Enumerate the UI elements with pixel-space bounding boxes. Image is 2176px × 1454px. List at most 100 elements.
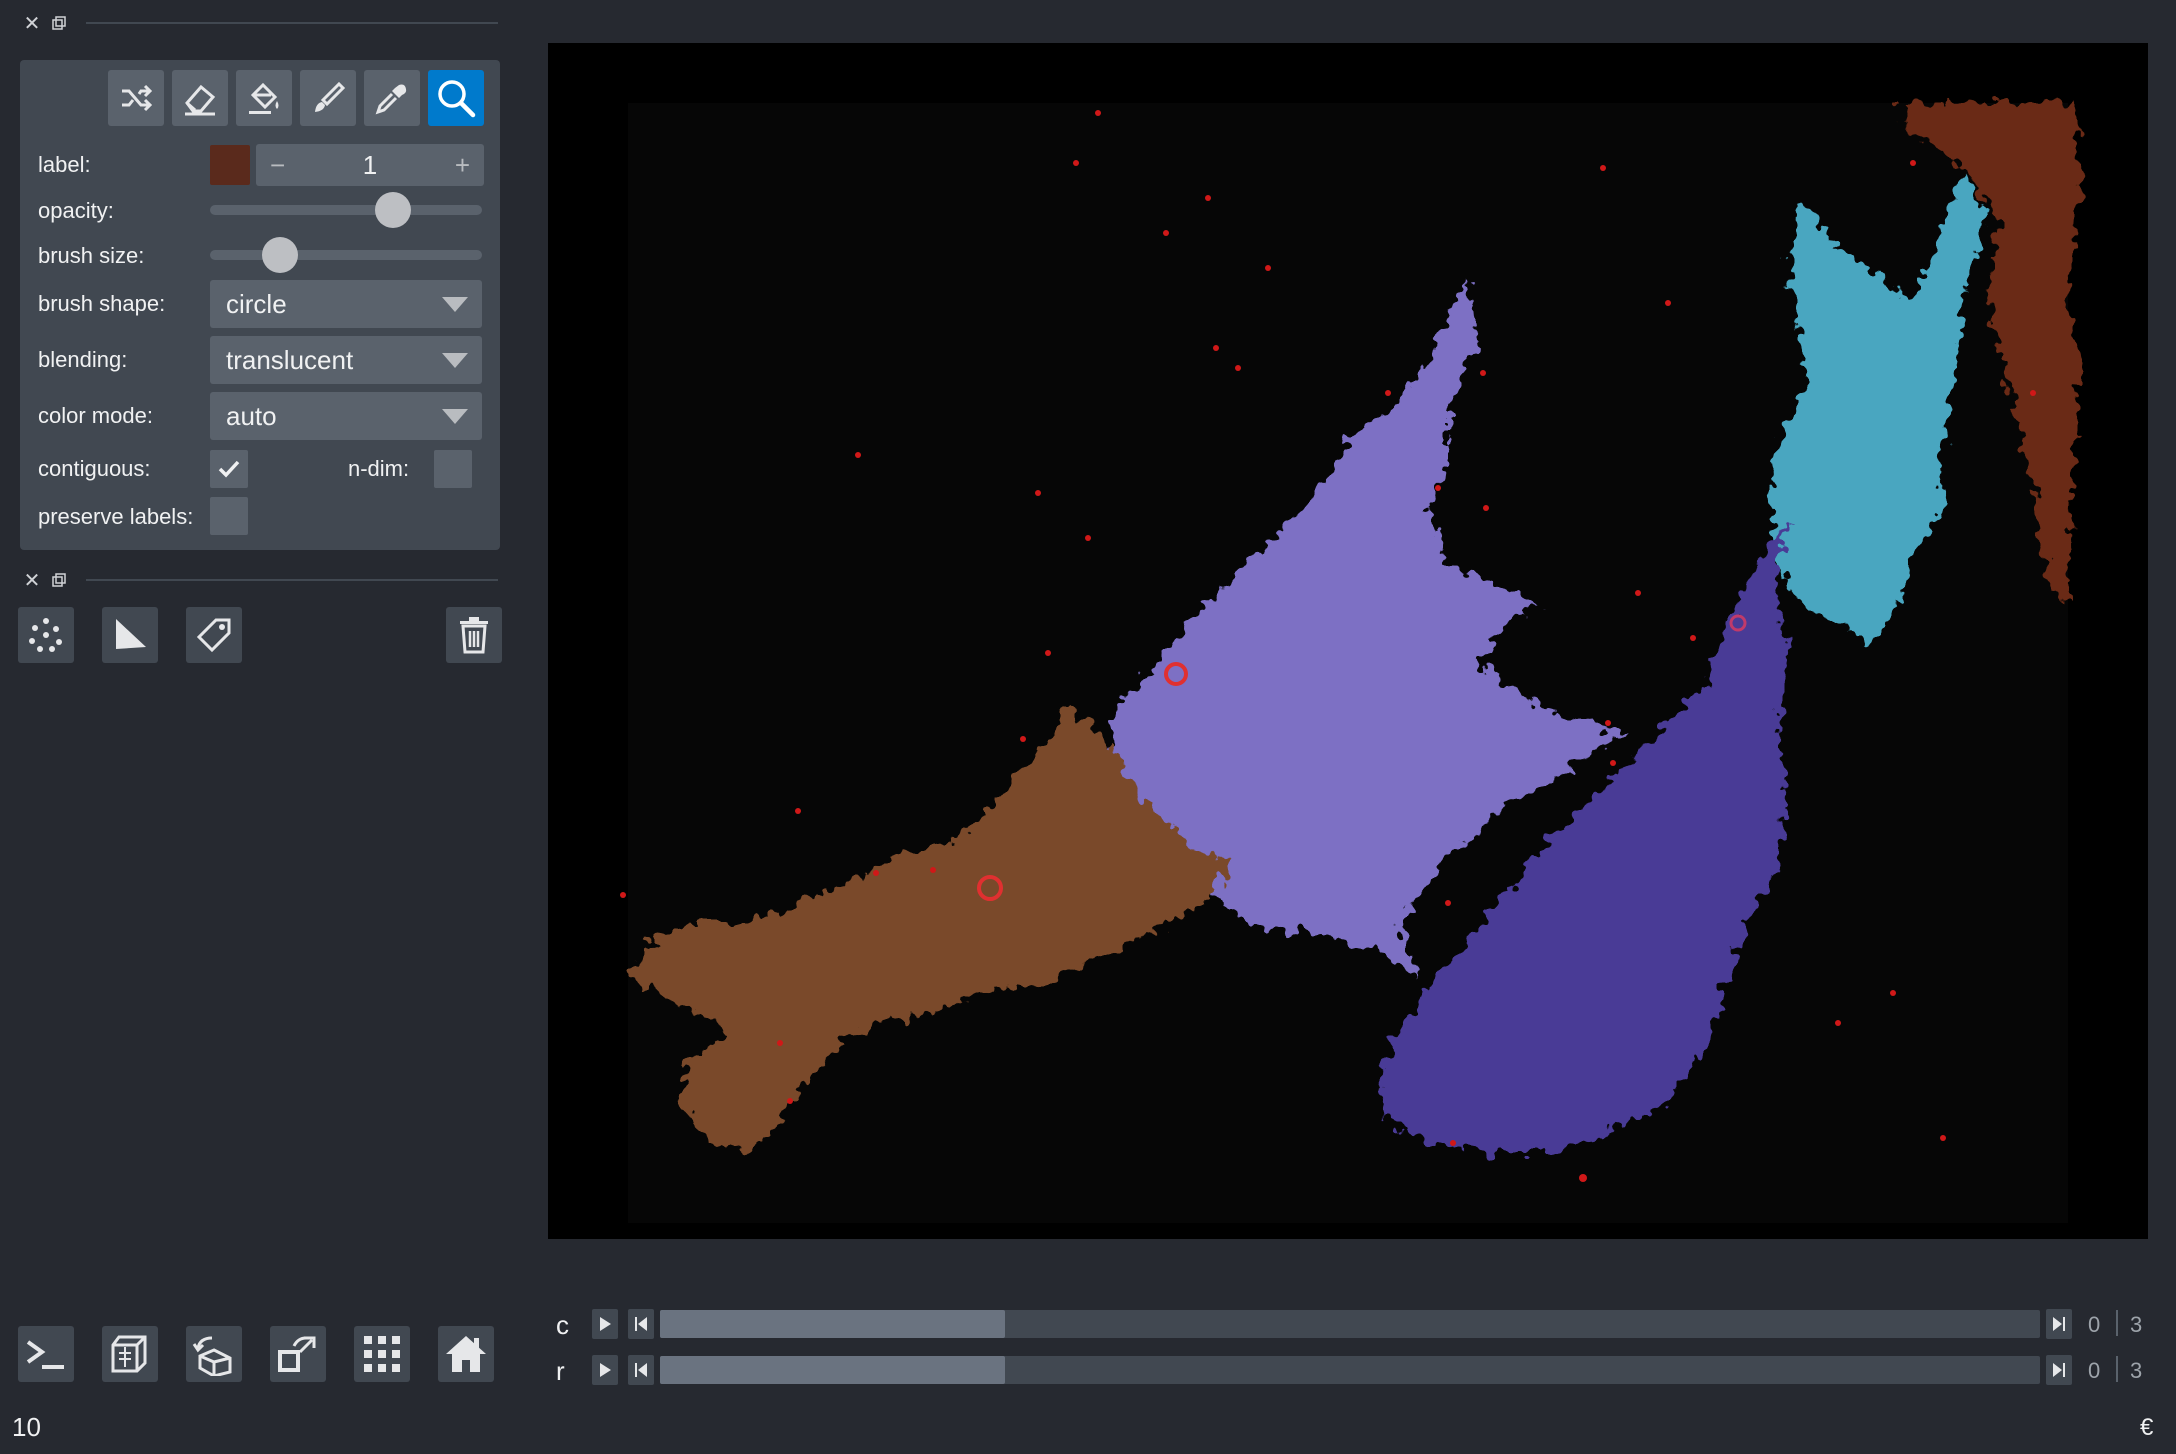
blending-value: translucent (226, 344, 354, 375)
label-label: label: (38, 152, 91, 177)
step-back-button[interactable] (628, 1309, 654, 1339)
header-divider (86, 579, 498, 581)
paintbrush-icon (315, 81, 346, 112)
delete-layer-icon (460, 617, 488, 654)
chevron-down-icon (442, 296, 468, 312)
play-button[interactable] (592, 1309, 618, 1339)
dim-max-value: 3 (2130, 1358, 2143, 1383)
layer-list-header: ✕ (18, 565, 498, 595)
dim-current-value[interactable]: 0 (2088, 1358, 2100, 1384)
label-spinbox[interactable]: − 1 + (256, 144, 484, 186)
color-picker-icon (375, 84, 407, 115)
status-text: 10 (12, 1412, 41, 1442)
color-mode-label: color mode: (38, 403, 153, 428)
chevron-down-icon (442, 352, 468, 368)
new-shapes-layer-button[interactable] (102, 607, 158, 663)
fill-bucket-icon (249, 82, 279, 114)
opacity-slider[interactable] (210, 192, 482, 228)
blending-label: blending: (38, 347, 128, 372)
skip-end-icon (2053, 1363, 2065, 1377)
dim-slider-thumb[interactable] (660, 1310, 1005, 1338)
shuffle-colors-button[interactable] (108, 70, 164, 126)
decrement-label-button[interactable]: − (256, 150, 299, 181)
viewer-canvas[interactable] (548, 43, 2148, 1239)
axis-label[interactable]: r (556, 1356, 565, 1387)
eraser-button[interactable] (172, 70, 228, 126)
layer-controls-header: ✕ (18, 8, 498, 38)
close-panel-button[interactable]: ✕ (18, 568, 46, 593)
chevron-down-icon (442, 408, 468, 424)
brush-shape-value: circle (226, 288, 287, 319)
skip-start-icon (635, 1363, 647, 1377)
header-divider (86, 22, 498, 24)
new-labels-icon (196, 618, 231, 653)
shuffle-colors-icon (122, 84, 153, 112)
step-forward-button[interactable] (2046, 1355, 2072, 1385)
paint-button[interactable] (300, 70, 356, 126)
preserve-labels-label: preserve labels: (38, 504, 194, 529)
dim-slider-r: r 0 3 (548, 1352, 2158, 1392)
home-icon (446, 1336, 486, 1372)
labels-layer-controls: label: − 1 + opacity: brush size: brush … (20, 60, 500, 550)
dim-slider-track[interactable] (660, 1356, 2040, 1384)
checkmark-icon (218, 460, 240, 478)
grid-icon (364, 1336, 400, 1372)
float-panel-icon[interactable] (46, 12, 72, 34)
skip-end-icon (2053, 1317, 2065, 1331)
label-color-swatch[interactable] (210, 145, 250, 185)
contiguous-checkbox[interactable] (210, 450, 248, 488)
dim-separator (2116, 1356, 2118, 1382)
n-dim-checkbox[interactable] (434, 450, 472, 488)
segmentation-image (548, 43, 2148, 1239)
pick-color-button[interactable] (364, 70, 420, 126)
play-icon (600, 1363, 611, 1377)
increment-label-button[interactable]: + (441, 150, 484, 181)
dim-current-value[interactable]: 0 (2088, 1312, 2100, 1338)
dim-slider-thumb[interactable] (660, 1356, 1005, 1384)
console-icon (26, 1340, 64, 1369)
pan-zoom-button[interactable] (428, 70, 484, 126)
dim-separator (2116, 1310, 2118, 1336)
brush-size-slider[interactable] (210, 237, 482, 273)
preserve-labels-checkbox[interactable] (210, 497, 248, 535)
roll-dims-icon (192, 1336, 232, 1376)
brush-shape-dropdown[interactable]: circle (210, 280, 482, 328)
fill-button[interactable] (236, 70, 292, 126)
toggle-ndisplay-button[interactable] (102, 1326, 158, 1382)
color-mode-dropdown[interactable]: auto (210, 392, 482, 440)
new-points-layer-button[interactable] (18, 607, 74, 663)
dim-max-value: 3 (2130, 1312, 2143, 1337)
skip-start-icon (635, 1317, 647, 1331)
ndisplay-icon (111, 1335, 147, 1373)
brush-size-slider-handle[interactable] (262, 237, 299, 273)
new-labels-layer-button[interactable] (186, 607, 242, 663)
status-right-text: € (2140, 1414, 2154, 1441)
new-shapes-icon (116, 619, 146, 649)
play-button[interactable] (592, 1355, 618, 1385)
delete-layer-button[interactable] (446, 607, 502, 663)
close-panel-button[interactable]: ✕ (18, 11, 46, 36)
opacity-slider-handle[interactable] (375, 192, 412, 228)
console-button[interactable] (18, 1326, 74, 1382)
axis-label[interactable]: c (556, 1310, 569, 1341)
n-dim-label: n-dim: (348, 456, 410, 481)
zoom-pan-icon (438, 80, 476, 118)
eraser-icon (185, 84, 216, 116)
opacity-label: opacity: (38, 198, 114, 223)
transpose-icon (278, 1336, 316, 1372)
blending-dropdown[interactable]: translucent (210, 336, 482, 384)
reset-view-button[interactable] (438, 1326, 494, 1382)
brush-shape-label: brush shape: (38, 291, 166, 316)
brush-size-label: brush size: (38, 243, 145, 268)
toggle-grid-button[interactable] (354, 1326, 410, 1382)
label-value[interactable]: 1 (349, 150, 391, 181)
transpose-dims-button[interactable] (270, 1326, 326, 1382)
contiguous-label: contiguous: (38, 456, 151, 481)
roll-dims-button[interactable] (186, 1326, 242, 1382)
step-back-button[interactable] (628, 1355, 654, 1385)
color-mode-value: auto (226, 400, 277, 431)
play-icon (600, 1317, 611, 1331)
float-panel-icon[interactable] (46, 569, 72, 591)
step-forward-button[interactable] (2046, 1309, 2072, 1339)
dim-slider-track[interactable] (660, 1310, 2040, 1338)
